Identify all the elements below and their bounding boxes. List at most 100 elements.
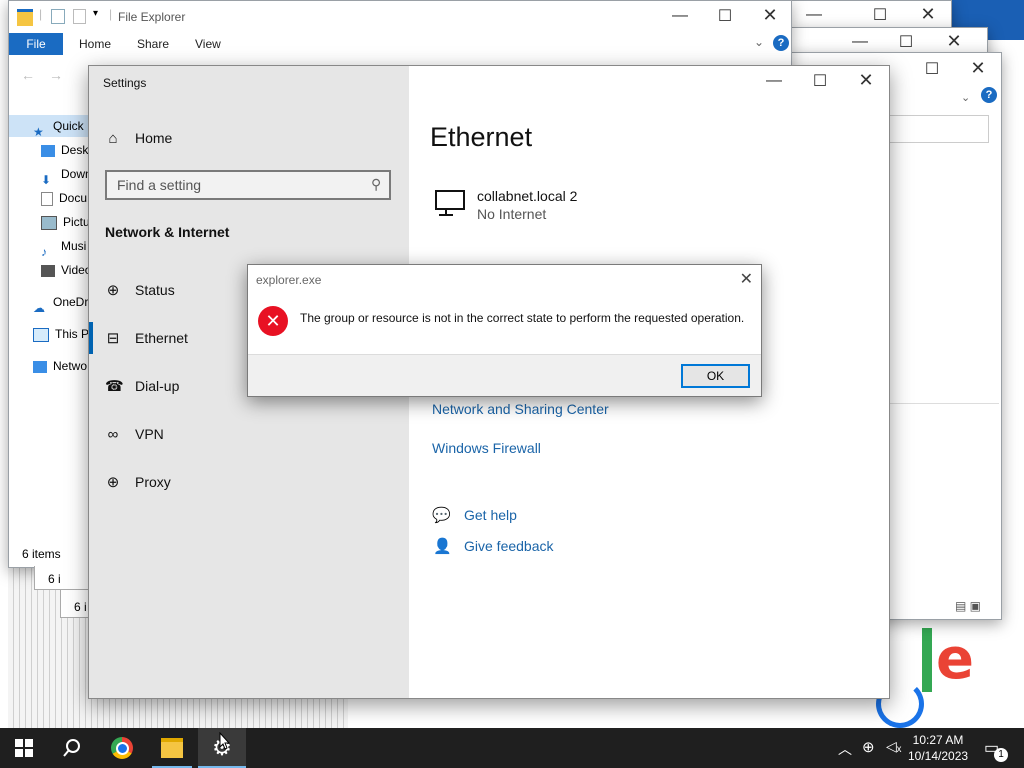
error-dialog[interactable]: explorer.exe ✕ ✕ The group or resource i… bbox=[247, 264, 762, 397]
network-sharing-center-link[interactable]: Network and Sharing Center bbox=[432, 401, 609, 417]
properties-icon[interactable] bbox=[51, 9, 65, 24]
cloud-icon: ☁ bbox=[33, 300, 45, 315]
globe-icon: ⊕ bbox=[106, 474, 120, 491]
nav-label: Home bbox=[135, 130, 173, 146]
stacked-window-status: 6 i bbox=[34, 566, 94, 590]
clock[interactable]: 10:27 AM 10/14/2023 bbox=[908, 732, 968, 764]
nav-proxy[interactable]: ⊕ Proxy bbox=[105, 470, 171, 494]
nav-label: Proxy bbox=[135, 474, 171, 490]
network-globe-icon[interactable]: ⊕ bbox=[862, 738, 875, 756]
dialog-message: The group or resource is not in the corr… bbox=[300, 311, 745, 325]
help-icon[interactable]: ? bbox=[981, 87, 997, 103]
start-button[interactable] bbox=[0, 728, 48, 768]
divider bbox=[887, 403, 999, 404]
network-icon bbox=[33, 360, 47, 373]
file-explorer-taskbar-button[interactable] bbox=[148, 728, 196, 768]
tab-file[interactable]: File bbox=[9, 33, 63, 55]
view-toggle-icons[interactable]: ▤ ▣ bbox=[955, 599, 981, 613]
nav-desktop[interactable]: Deskt bbox=[41, 139, 92, 161]
close-icon[interactable]: ✕ bbox=[905, 4, 951, 25]
mouse-cursor bbox=[219, 731, 231, 750]
separator: | bbox=[109, 7, 113, 21]
selected-indicator bbox=[89, 322, 93, 354]
tab-home[interactable]: Home bbox=[79, 33, 111, 55]
home-icon: ⌂ bbox=[108, 130, 118, 147]
nav-label: Musi bbox=[61, 239, 87, 253]
maximize-icon[interactable]: ☐ bbox=[909, 59, 955, 79]
show-hidden-icons-chevron-up-icon[interactable]: ︿ bbox=[838, 739, 852, 759]
nav-pictures[interactable]: Pictu bbox=[41, 211, 90, 233]
get-help-link[interactable]: Get help bbox=[464, 507, 517, 523]
network-status: No Internet bbox=[477, 206, 547, 222]
close-icon[interactable]: ✕ bbox=[747, 5, 793, 26]
separator: | bbox=[39, 7, 43, 21]
chrome-taskbar-button[interactable] bbox=[98, 728, 146, 768]
new-folder-icon[interactable] bbox=[73, 9, 86, 24]
search-placeholder: Find a setting bbox=[117, 177, 202, 193]
nav-home[interactable]: ⌂ Home bbox=[105, 126, 172, 150]
desktop-icon bbox=[41, 144, 55, 157]
search-button[interactable] bbox=[48, 728, 96, 768]
close-icon[interactable]: ✕ bbox=[740, 269, 753, 289]
notification-count-badge: 1 bbox=[994, 748, 1008, 762]
nav-vpn[interactable]: ∞ VPN bbox=[105, 422, 164, 446]
give-feedback-link[interactable]: Give feedback bbox=[464, 538, 554, 554]
nav-dialup[interactable]: ☎ Dial-up bbox=[105, 374, 179, 398]
maximize-icon[interactable]: ☐ bbox=[857, 5, 903, 25]
network-name: collabnet.local 2 bbox=[477, 188, 578, 204]
nav-music[interactable]: ♪ Musi bbox=[41, 235, 87, 259]
chevron-down-icon[interactable]: ⌄ bbox=[961, 91, 970, 104]
maximize-icon[interactable]: ☐ bbox=[883, 32, 929, 52]
taskbar: ⚙ ︿ ⊕ ◁ₓ 10:27 AM 10/14/2023 ▭ 1 bbox=[0, 728, 1024, 768]
ok-button[interactable]: OK bbox=[681, 364, 750, 388]
ethernet-icon: ⊟ bbox=[106, 330, 120, 347]
tab-view[interactable]: View bbox=[195, 33, 221, 55]
nav-downloads[interactable]: ⬇ Down bbox=[41, 163, 92, 187]
minimize-icon[interactable]: — bbox=[791, 6, 837, 24]
download-icon: ⬇ bbox=[41, 172, 52, 187]
windows-firewall-link[interactable]: Windows Firewall bbox=[432, 440, 541, 456]
volume-muted-icon[interactable]: ◁ₓ bbox=[886, 738, 901, 755]
minimize-icon[interactable]: — bbox=[837, 33, 883, 51]
tab-share[interactable]: Share bbox=[137, 33, 169, 55]
chevron-down-icon[interactable]: ⌄ bbox=[754, 35, 764, 49]
maximize-icon[interactable]: ☐ bbox=[797, 71, 843, 91]
help-icon[interactable]: ? bbox=[773, 35, 789, 51]
ribbon-tabs: File Home Share View ⌄ ? bbox=[9, 33, 791, 55]
nav-network[interactable]: Netwo bbox=[33, 355, 87, 377]
nav-label: Video bbox=[61, 263, 92, 277]
nav-label: Dial-up bbox=[135, 378, 180, 394]
nav-quick-access[interactable]: ★ Quick bbox=[33, 115, 84, 139]
search-input[interactable]: Find a setting ⚲ bbox=[105, 170, 391, 200]
nav-videos[interactable]: Video bbox=[41, 259, 91, 281]
nav-documents[interactable]: Docu bbox=[41, 187, 87, 209]
close-icon[interactable]: ✕ bbox=[955, 58, 1001, 79]
minimize-icon[interactable]: — bbox=[657, 7, 703, 25]
video-icon bbox=[41, 264, 55, 277]
icon-part bbox=[439, 214, 453, 216]
window-title: Settings bbox=[103, 76, 147, 90]
folder-icon bbox=[161, 738, 183, 758]
quick-access-dropdown-icon[interactable]: ▾ bbox=[93, 8, 98, 19]
minimize-icon[interactable]: — bbox=[751, 72, 797, 90]
search-icon bbox=[63, 739, 80, 757]
back-icon[interactable]: ← bbox=[21, 67, 35, 83]
pictures-icon bbox=[41, 215, 57, 230]
nav-onedrive[interactable]: ☁ OneDr bbox=[33, 291, 89, 315]
feedback-icon: 👤 bbox=[433, 538, 452, 555]
nav-label: OneDr bbox=[53, 295, 89, 309]
title-bar: | ▾ | File Explorer — ☐ ✕ bbox=[9, 1, 791, 33]
nav-status[interactable]: ⊕ Status bbox=[105, 278, 175, 302]
nav-ethernet[interactable]: ⊟ Ethernet bbox=[105, 326, 188, 350]
window-title: File Explorer bbox=[118, 10, 186, 24]
close-icon[interactable]: ✕ bbox=[843, 70, 889, 91]
nav-label: VPN bbox=[135, 426, 164, 442]
folder-icon bbox=[17, 9, 33, 26]
forward-icon[interactable]: → bbox=[49, 67, 63, 83]
close-icon[interactable]: ✕ bbox=[931, 31, 977, 52]
dialog-footer: OK bbox=[248, 354, 761, 396]
desktop-logo-area: e bbox=[876, 620, 1024, 728]
maximize-icon[interactable]: ☐ bbox=[702, 6, 748, 26]
search-box[interactable] bbox=[887, 115, 989, 143]
nav-label: Ethernet bbox=[135, 330, 188, 346]
